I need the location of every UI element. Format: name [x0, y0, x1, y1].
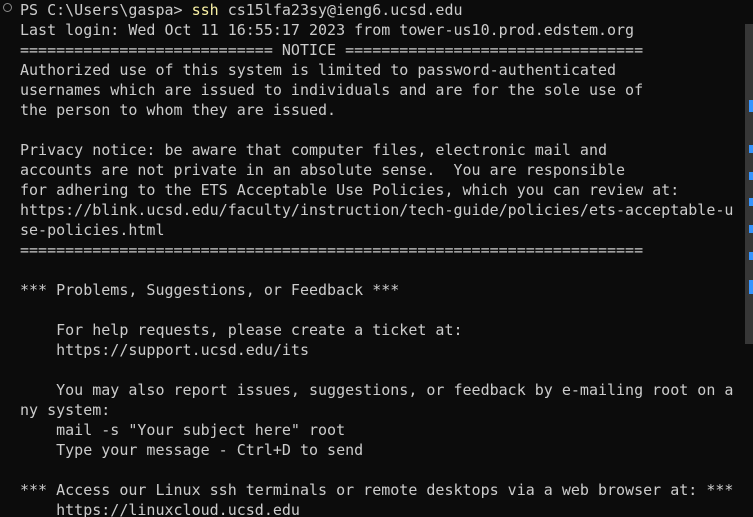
scrollbar-thumb[interactable] [745, 24, 753, 344]
terminal-output: PS C:\Users\gaspa> ssh cs15lfa23sy@ieng6… [20, 0, 745, 517]
prompt-line: PS C:\Users\gaspa> ssh cs15lfa23sy@ieng6… [20, 0, 745, 20]
output-line: https://support.ucsd.edu/its [20, 341, 309, 359]
command-name: ssh [191, 1, 219, 19]
output-line: the person to whom they are issued. [20, 101, 337, 119]
output-line: for adhering to the ETS Acceptable Use P… [20, 181, 680, 199]
scrollbar[interactable] [743, 0, 753, 517]
output-line: usernames which are issued to individual… [20, 81, 644, 99]
command-args: cs15lfa23sy@ieng6.ucsd.edu [218, 1, 463, 19]
scroll-marker [749, 280, 753, 294]
output-line: Privacy notice: be aware that computer f… [20, 141, 607, 159]
output-line: Last login: Wed Oct 11 16:55:17 2023 fro… [20, 21, 635, 39]
scroll-marker [749, 198, 753, 206]
output-line: *** Access our Linux ssh terminals or re… [20, 481, 734, 499]
output-line: https://linuxcloud.ucsd.edu [20, 501, 300, 517]
scroll-marker [749, 252, 753, 260]
command-decoration-icon[interactable] [3, 3, 12, 12]
scroll-marker [749, 225, 753, 233]
scroll-marker [749, 145, 753, 153]
output-line: mail -s "Your subject here" root [20, 421, 346, 439]
output-line: https://blink.ucsd.edu/faculty/instructi… [20, 201, 734, 219]
scroll-marker [749, 100, 753, 112]
output-line: For help requests, please create a ticke… [20, 321, 463, 339]
output-line: Type your message - Ctrl+D to send [20, 441, 364, 459]
prompt-text: PS C:\Users\gaspa> [20, 1, 192, 19]
output-line: You may also report issues, suggestions,… [20, 381, 734, 399]
output-line: ============================ NOTICE ====… [20, 41, 644, 59]
output-line: Authorized use of this system is limited… [20, 61, 617, 79]
output-line: ========================================… [20, 241, 644, 259]
output-line: accounts are not private in an absolute … [20, 161, 626, 179]
output-line: ny system: [20, 401, 111, 419]
scroll-marker [749, 172, 753, 180]
output-line: *** Problems, Suggestions, or Feedback *… [20, 281, 400, 299]
terminal-window[interactable]: PS C:\Users\gaspa> ssh cs15lfa23sy@ieng6… [0, 0, 753, 517]
output-line: se-policies.html [20, 221, 165, 239]
